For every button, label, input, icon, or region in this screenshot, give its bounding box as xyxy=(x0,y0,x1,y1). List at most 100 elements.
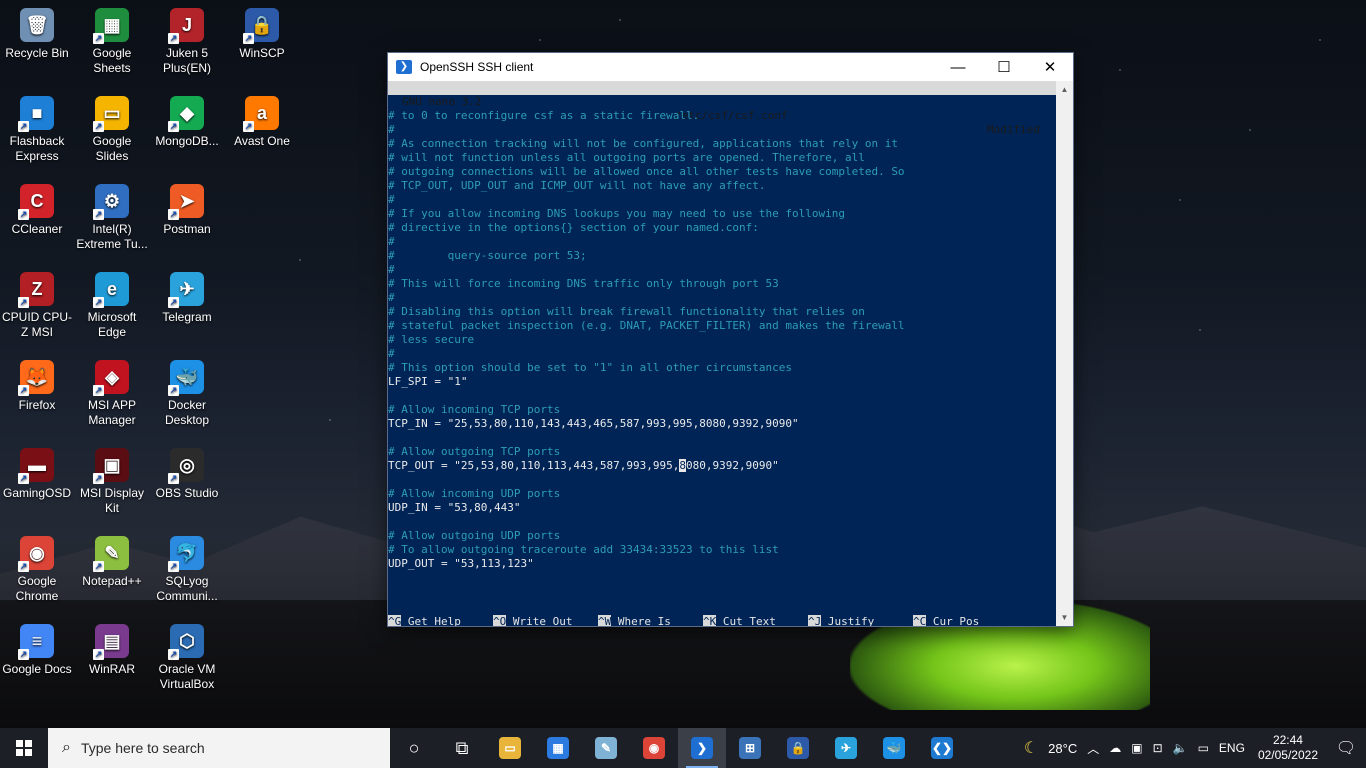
desktop-icon-docker[interactable]: 🐳 ↗ Docker Desktop xyxy=(150,360,224,428)
desktop-icon-gamingosd[interactable]: ▬ ↗ GamingOSD xyxy=(0,448,74,501)
notification-center-icon[interactable]: 🗨 xyxy=(1326,728,1366,768)
shortcut-arrow-icon: ↗ xyxy=(93,297,104,308)
desktop-icon-winrar[interactable]: ▤ ↗ WinRAR xyxy=(75,624,149,677)
desktop-icon-firefox[interactable]: 🦊 ↗ Firefox xyxy=(0,360,74,413)
scroll-up-arrow-icon[interactable]: ▲ xyxy=(1056,81,1073,98)
shortcut-cur-pos[interactable]: ^C Cur Pos xyxy=(913,615,979,626)
show-hidden-icons-chevron-icon[interactable]: ︿ xyxy=(1087,740,1099,757)
desktop-icon-notepadpp[interactable]: ✎ ↗ Notepad++ xyxy=(75,536,149,589)
ssh-client-window[interactable]: ❯ OpenSSH SSH client — ☐ ✕ GNU nano 3.2 … xyxy=(388,53,1073,626)
taskbar-docker-button[interactable]: 🐳 xyxy=(870,728,918,768)
obs-icon: ◎ ↗ xyxy=(168,448,204,484)
minimize-button[interactable]: — xyxy=(935,53,981,81)
desktop-icon-label: Google Sheets xyxy=(92,46,132,75)
desktop-icon-google-sheets[interactable]: ▦ ↗ Google Sheets xyxy=(75,8,149,76)
desktop-icon-obs[interactable]: ◎ ↗ OBS Studio xyxy=(150,448,224,501)
desktop-icon-juken[interactable]: J ↗ Juken 5 Plus(EN) xyxy=(150,8,224,76)
desktop-icon-ccleaner[interactable]: C ↗ CCleaner xyxy=(0,184,74,237)
desktop-icon-recycle-bin[interactable]: 🗑 Recycle Bin xyxy=(0,8,74,61)
taskbar-powershell-button[interactable]: ❯ xyxy=(678,728,726,768)
shortcut-cut-text[interactable]: ^K Cut Text xyxy=(703,615,776,626)
shortcut-row: ^G Get Help ^O Write Out ^W Where Is ^K Cut… xyxy=(388,615,1056,626)
desktop-icon-msi-app-manager[interactable]: ◈ ↗ MSI APP Manager xyxy=(75,360,149,428)
desktop-icon-sqlyog[interactable]: 🐬 ↗ SQLyog Communi... xyxy=(150,536,224,604)
taskbar-task-view-button[interactable]: ⧉ xyxy=(438,728,486,768)
shortcut-arrow-icon: ↗ xyxy=(18,649,29,660)
desktop-icon-label: WinRAR xyxy=(88,662,135,676)
desktop-icon-flashback[interactable]: ■ ↗ Flashback Express xyxy=(0,96,74,164)
desktop-icon-chrome[interactable]: ◉ ↗ Google Chrome xyxy=(0,536,74,604)
taskbar-apps: ○ ⧉ ▭ ▦ ✎ ◉ ❯ ⊞ 🔒 ✈ 🐳 ❮❯ xyxy=(390,728,966,768)
shortcut-arrow-icon: ↗ xyxy=(168,649,179,660)
volume-speaker-icon[interactable]: 🔈 xyxy=(1173,741,1188,755)
onedrive-cloud-icon[interactable]: ☁ xyxy=(1109,741,1121,755)
shortcut-justify[interactable]: ^J Justify xyxy=(808,615,874,626)
shortcut-arrow-icon: ↗ xyxy=(18,209,29,220)
shortcut-key: ^C xyxy=(913,615,927,626)
search-icon: ⌕ xyxy=(62,739,71,756)
taskbar-chrome-button[interactable]: ◉ xyxy=(630,728,678,768)
msi-app-manager-icon: ◈ ↗ xyxy=(93,360,129,396)
maximize-button[interactable]: ☐ xyxy=(981,53,1027,81)
desktop-icon-mongodb[interactable]: ◆ ↗ MongoDB... xyxy=(150,96,224,149)
terminal-area[interactable]: GNU nano 3.2 /etc/csf/csf.conf Modified … xyxy=(388,81,1056,626)
shortcut-arrow-icon: ↗ xyxy=(168,297,179,308)
scroll-down-arrow-icon[interactable]: ▼ xyxy=(1056,609,1073,626)
shortcut-write-out[interactable]: ^O Write Out xyxy=(493,615,572,626)
postman-icon: ➤ ↗ xyxy=(168,184,204,220)
desktop-icon-telegram[interactable]: ✈ ↗ Telegram xyxy=(150,272,224,325)
taskbar-clock[interactable]: 22:44 02/05/2022 xyxy=(1258,733,1318,763)
shortcut-key: ^O xyxy=(493,615,507,626)
editor-line: # xyxy=(388,235,395,248)
desktop-icon-edge[interactable]: e ↗ Microsoft Edge xyxy=(75,272,149,340)
shortcut-get-help[interactable]: ^G Get Help xyxy=(388,615,461,626)
input-language[interactable]: ENG xyxy=(1219,741,1245,755)
shortcut-key: ^J xyxy=(808,615,822,626)
taskbar-telegram-button[interactable]: ✈ xyxy=(822,728,870,768)
close-button[interactable]: ✕ xyxy=(1027,53,1073,81)
taskbar-microsoft-store-button[interactable]: ▦ xyxy=(534,728,582,768)
desktop-icon-google-docs[interactable]: ≡ ↗ Google Docs xyxy=(0,624,74,677)
editor-line: # xyxy=(388,291,395,304)
taskbar-search-box[interactable]: ⌕ Type here to search xyxy=(48,728,390,768)
battery-icon[interactable]: ▭ xyxy=(1198,741,1209,755)
taskbar-winscp-button[interactable]: 🔒 xyxy=(774,728,822,768)
desktop-icon-label: Recycle Bin xyxy=(5,46,69,60)
desktop-icon-virtualbox[interactable]: ⬡ ↗ Oracle VM VirtualBox xyxy=(150,624,224,692)
editor-line: # As connection tracking will not be con… xyxy=(388,137,898,150)
desktop-icon-label: Avast One xyxy=(234,134,290,148)
start-button[interactable] xyxy=(0,728,48,768)
taskbar-network-button[interactable]: ⊞ xyxy=(726,728,774,768)
shortcut-arrow-icon: ↗ xyxy=(93,121,104,132)
shortcut-label: Get Help xyxy=(401,615,461,626)
taskbar-file-explorer-button[interactable]: ▭ xyxy=(486,728,534,768)
editor-line: # Allow outgoing UDP ports xyxy=(388,529,561,542)
nano-editor-text[interactable]: # to 0 to reconfigure csf as a static fi… xyxy=(388,109,905,571)
desktop-icon-winscp[interactable]: 🔒 ↗ WinSCP xyxy=(225,8,299,61)
desktop-icon-postman[interactable]: ➤ ↗ Postman xyxy=(150,184,224,237)
taskbar-notepad-button[interactable]: ✎ xyxy=(582,728,630,768)
desktop-icon-google-slides[interactable]: ▭ ↗ Google Slides xyxy=(75,96,149,164)
shortcut-arrow-icon: ↗ xyxy=(93,473,104,484)
window-titlebar[interactable]: ❯ OpenSSH SSH client — ☐ ✕ xyxy=(388,53,1073,81)
shortcut-where-is[interactable]: ^W Where Is xyxy=(598,615,671,626)
docker-icon: 🐳 xyxy=(883,737,905,759)
desktop-icon-label: Oracle VM VirtualBox xyxy=(158,662,216,691)
weather-temperature[interactable]: 28°C xyxy=(1048,741,1077,756)
editor-line-text: TCP_OUT = "25,53,80,110,113,443,587,993,… xyxy=(388,459,680,472)
network-wifi-icon[interactable]: ⊡ xyxy=(1153,741,1163,755)
desktop-icon-avast[interactable]: a ↗ Avast One xyxy=(225,96,299,149)
weather-moon-icon[interactable]: ☾ xyxy=(1024,738,1038,758)
editor-line: # query-source port 53; xyxy=(388,249,587,262)
shortcut-label: Cur Pos xyxy=(926,615,980,626)
meet-now-icon[interactable]: ▣ xyxy=(1131,741,1142,755)
desktop-icon-cpuz[interactable]: Z ↗ CPUID CPU-Z MSI xyxy=(0,272,74,340)
vscode-icon: ❮❯ xyxy=(931,737,953,759)
terminal-scrollbar[interactable]: ▲ ▼ xyxy=(1056,81,1073,626)
taskbar-cortana-button[interactable]: ○ xyxy=(390,728,438,768)
desktop-icon-msi-display-kit[interactable]: ▣ ↗ MSI Display Kit xyxy=(75,448,149,516)
desktop-icon-intel-xtu[interactable]: ⚙ ↗ Intel(R) Extreme Tu... xyxy=(75,184,149,252)
shortcut-key: ^K xyxy=(703,615,717,626)
taskbar-vscode-button[interactable]: ❮❯ xyxy=(918,728,966,768)
